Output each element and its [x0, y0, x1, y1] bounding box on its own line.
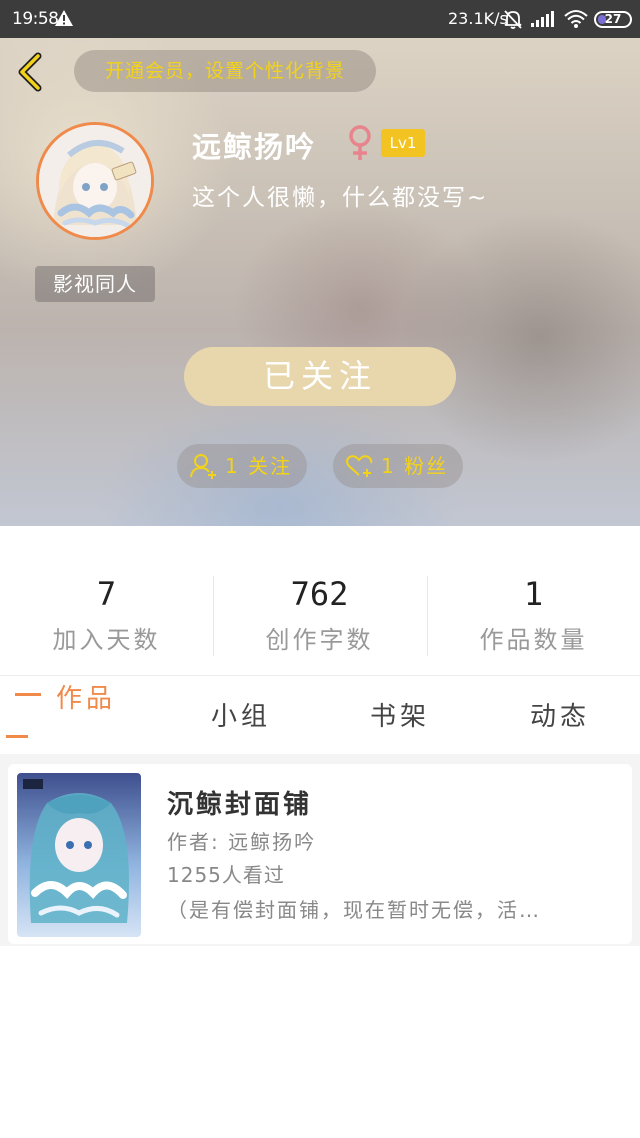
profile-tabs: 作品 小组 书架 动态	[0, 676, 640, 754]
work-title: 沉鲸封面铺	[167, 790, 313, 820]
status-bar: 19:58 23.1K/s 27	[0, 0, 640, 38]
stat-value: 1	[523, 575, 544, 613]
following-count-button[interactable]: 1 关注	[177, 444, 307, 488]
battery-percent: 27	[604, 12, 622, 26]
works-list: 沉鲸封面铺 作者: 远鲸扬吟 1255人看过 （是有偿封面铺，现在暂时无偿，活…	[0, 754, 640, 1138]
work-description: （是有偿封面铺，现在暂时无偿，活…	[167, 898, 541, 922]
fans-count-label: 1 粉丝	[381, 454, 449, 478]
vip-background-banner[interactable]: 开通会员，设置个性化背景	[74, 50, 376, 92]
avatar-illustration	[39, 125, 151, 237]
stat-word-count: 762 创作字数	[213, 574, 426, 655]
wifi-icon	[564, 10, 588, 28]
tab-active-indicator	[15, 693, 41, 696]
work-author: 作者: 远鲸扬吟	[167, 830, 317, 854]
followed-button[interactable]: 已关注	[184, 347, 456, 406]
following-count-label: 1 关注	[225, 454, 293, 478]
heart-plus-icon	[346, 455, 373, 477]
work-cover	[17, 773, 141, 937]
stat-label: 创作字数	[265, 626, 374, 654]
back-arrow-icon[interactable]	[14, 50, 48, 94]
network-speed: 23.1K/s	[448, 9, 508, 28]
category-tag: 影视同人	[35, 266, 155, 302]
add-user-icon	[190, 454, 216, 479]
work-views: 1255人看过	[167, 863, 285, 887]
tab-bookshelf[interactable]: 书架	[370, 696, 430, 733]
cover-illustration	[17, 773, 141, 937]
avatar[interactable]	[36, 122, 154, 240]
mute-bell-icon	[504, 10, 522, 29]
work-card[interactable]: 沉鲸封面铺 作者: 远鲸扬吟 1255人看过 （是有偿封面铺，现在暂时无偿，活…	[8, 764, 632, 944]
stat-label: 加入天数	[52, 626, 161, 654]
fans-count-button[interactable]: 1 粉丝	[333, 444, 463, 488]
profile-header: 开通会员，设置个性化背景 影视同人 远鲸扬吟 Lv1 这个人很懒，什么都没写~ …	[0, 38, 640, 526]
stat-label: 作品数量	[479, 626, 588, 654]
female-gender-icon	[349, 125, 371, 160]
stat-value: 7	[96, 575, 117, 613]
signal-icon	[531, 11, 554, 27]
tab-active-indicator	[6, 735, 28, 738]
level-badge: Lv1	[381, 129, 425, 157]
stat-work-count: 1 作品数量	[427, 574, 640, 655]
stat-join-days: 7 加入天数	[0, 574, 213, 655]
battery-icon: 27	[594, 11, 632, 28]
username: 远鲸扬吟	[192, 130, 317, 164]
stat-value: 762	[290, 575, 349, 613]
warning-icon	[55, 10, 73, 26]
user-bio: 这个人很懒，什么都没写~	[192, 185, 489, 211]
tab-activity[interactable]: 动态	[530, 696, 590, 733]
stats-panel: 7 加入天数 762 创作字数 1 作品数量	[0, 526, 640, 676]
tab-groups[interactable]: 小组	[211, 696, 271, 733]
status-time: 19:58	[12, 9, 59, 29]
tab-works[interactable]: 作品	[56, 678, 116, 715]
